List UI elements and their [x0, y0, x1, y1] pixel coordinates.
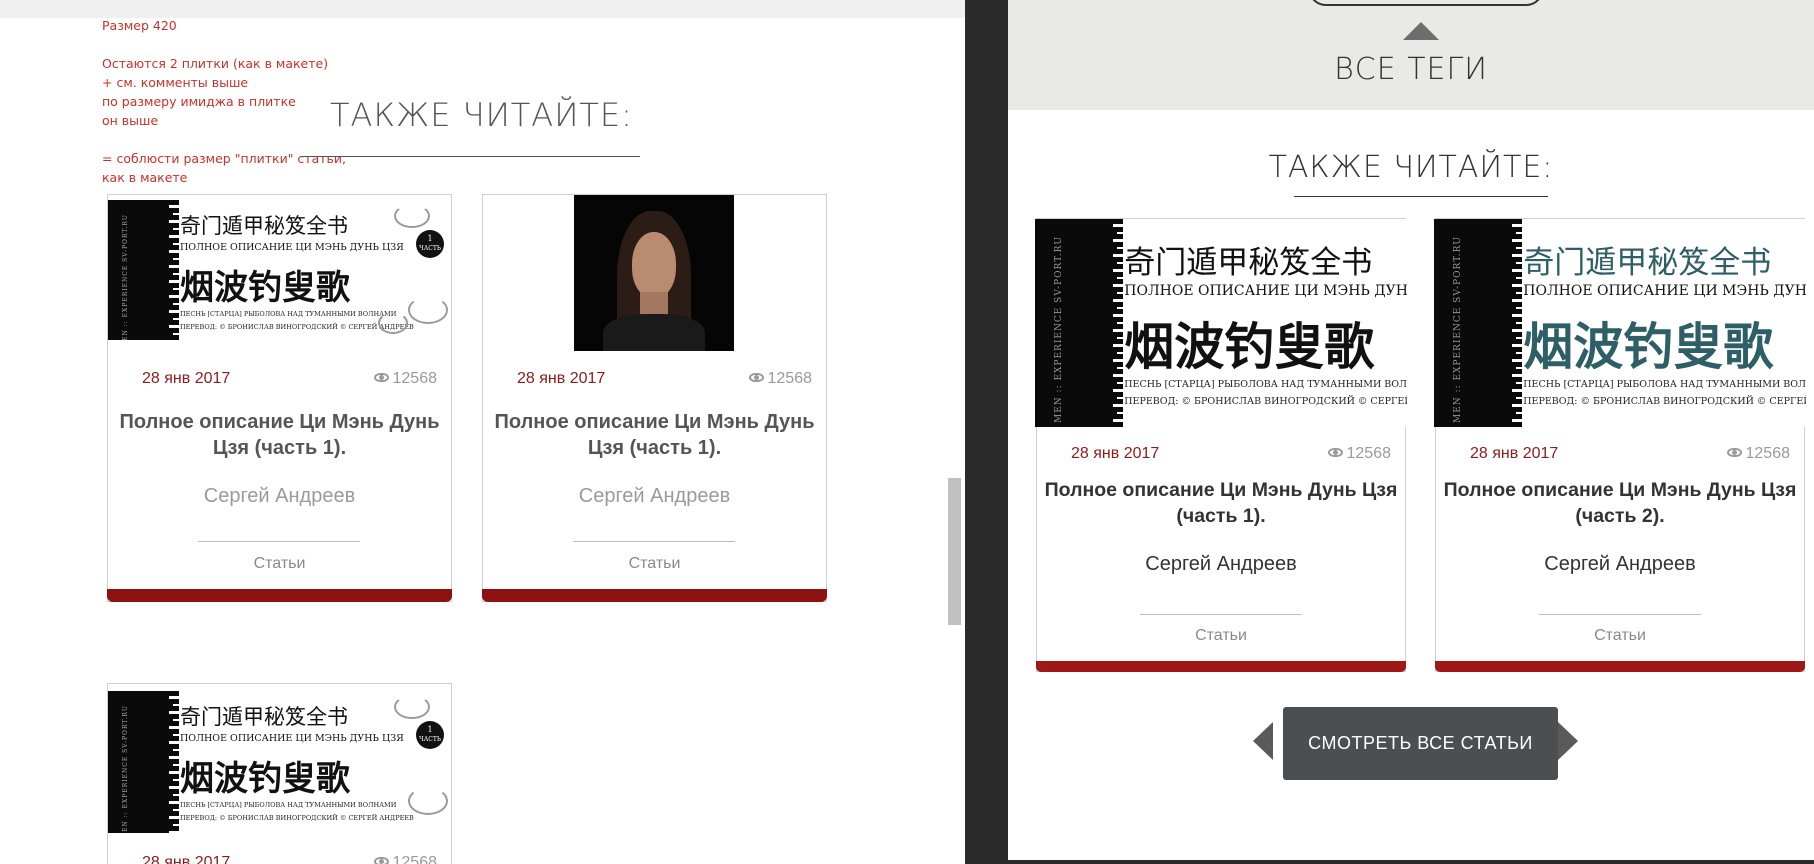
note-line: Остаются 2 плитки (как в макете): [102, 56, 329, 71]
all-tags-label[interactable]: ВСЕ ТЕГИ: [1008, 52, 1814, 87]
article-card[interactable]: QI MEN :: EXPERIENCE SV-PORT.RU 奇门遁甲秘笈全书…: [107, 194, 452, 602]
eye-icon: [1726, 448, 1742, 457]
note-line: [102, 35, 402, 54]
article-category[interactable]: Статьи: [1037, 627, 1405, 645]
article-views: 12568: [1327, 445, 1391, 463]
card-divider: [1140, 614, 1302, 615]
bottom-edge: [1008, 860, 1814, 864]
note-line: + см. комменты выше: [102, 75, 249, 90]
card-accent-bar: [107, 589, 452, 602]
article-cover-image: QI MEN :: EXPERIENCE SV-PORT.RU 奇门遁甲秘笈全书…: [1434, 219, 1806, 427]
article-card[interactable]: QI MEN :: EXPERIENCE SV-PORT.RU 奇门遁甲秘笈全书…: [1035, 218, 1407, 672]
mockup-right-pane: ВСЕ ТЕГИ ТАКЖЕ ЧИТАЙТЕ: QI MEN :: EXPERI…: [1008, 0, 1814, 864]
article-date: 28 янв 2017: [1071, 445, 1160, 462]
article-card[interactable]: QI MEN :: EXPERIENCE SV-PORT.RU 奇门遁甲秘笈全书…: [107, 683, 452, 864]
card-accent-bar: [482, 589, 827, 602]
article-cover-image: QI MEN :: EXPERIENCE SV-PORT.RU 奇门遁甲秘笈全书…: [108, 200, 451, 340]
note-line: как в макете: [102, 170, 188, 185]
article-date: 28 янв 2017: [1470, 445, 1559, 462]
right-heading-underline: [1294, 196, 1548, 197]
tags-pill-button[interactable]: [1308, 0, 1544, 6]
eye-icon: [373, 857, 389, 864]
right-also-read-heading: ТАКЖЕ ЧИТАЙТЕ:: [1268, 150, 1554, 185]
article-category[interactable]: Статьи: [108, 555, 451, 573]
eye-icon: [748, 373, 764, 382]
pane-divider: [965, 0, 1008, 864]
article-card[interactable]: QI MEN :: EXPERIENCE SV-PORT.RU 奇门遁甲秘笈全书…: [1434, 218, 1806, 672]
card-accent-bar: [1435, 661, 1805, 672]
note-line: = соблюсти размер "плитки" статьи,: [102, 151, 346, 166]
card-divider: [198, 541, 360, 542]
article-author[interactable]: Сергей Андреев: [1436, 553, 1804, 576]
card-divider: [1539, 614, 1701, 615]
article-date: 28 янв 2017: [142, 370, 231, 387]
article-title[interactable]: Полное описание Ци Мэнь Дунь Цзя (часть …: [108, 409, 451, 461]
article-cover-image: QI MEN :: EXPERIENCE SV-PORT.RU 奇门遁甲秘笈全书…: [1035, 219, 1407, 427]
article-category[interactable]: Статьи: [1436, 627, 1804, 645]
article-date: 28 янв 2017: [142, 854, 231, 864]
card-accent-bar: [1036, 661, 1406, 672]
mockup-left-pane: Размер 420 Остаются 2 плитки (как в маке…: [0, 0, 965, 864]
article-title[interactable]: Полное описание Ци Мэнь Дунь Цзя (часть …: [1436, 477, 1804, 529]
article-card[interactable]: 28 янв 2017 12568 Полное описание Ци Мэн…: [482, 194, 827, 602]
article-date: 28 янв 2017: [517, 370, 606, 387]
article-title[interactable]: Полное описание Ци Мэнь Дунь Цзя (часть …: [483, 409, 826, 461]
caret-up-icon[interactable]: [1403, 22, 1439, 40]
article-title[interactable]: Полное описание Ци Мэнь Дунь Цзя (часть …: [1037, 477, 1405, 529]
left-heading-strikeline: [300, 156, 640, 157]
arrow-left-icon[interactable]: [1253, 722, 1273, 760]
article-portrait-image: [574, 195, 734, 351]
article-author[interactable]: Сергей Андреев: [1037, 553, 1405, 576]
article-cover-image: QI MEN :: EXPERIENCE SV-PORT.RU 奇门遁甲秘笈全书…: [108, 691, 451, 833]
article-author[interactable]: Сергей Андреев: [483, 485, 826, 508]
article-views: 12568: [373, 854, 437, 864]
article-views: 12568: [373, 370, 437, 388]
arrow-right-icon[interactable]: [1558, 722, 1578, 760]
note-line: Размер 420: [102, 18, 177, 33]
article-author[interactable]: Сергей Андреев: [108, 485, 451, 508]
left-also-read-heading: ТАКЖЕ ЧИТАЙТЕ:: [330, 96, 633, 134]
eye-icon: [1327, 448, 1343, 457]
article-category[interactable]: Статьи: [483, 555, 826, 573]
scrollbar-thumb[interactable]: [948, 478, 961, 625]
view-all-articles-button[interactable]: СМОТРЕТЬ ВСЕ СТАТЬИ: [1283, 707, 1558, 780]
article-views: 12568: [1726, 445, 1790, 463]
article-views: 12568: [748, 370, 812, 388]
eye-icon: [373, 373, 389, 382]
card-divider: [573, 541, 735, 542]
